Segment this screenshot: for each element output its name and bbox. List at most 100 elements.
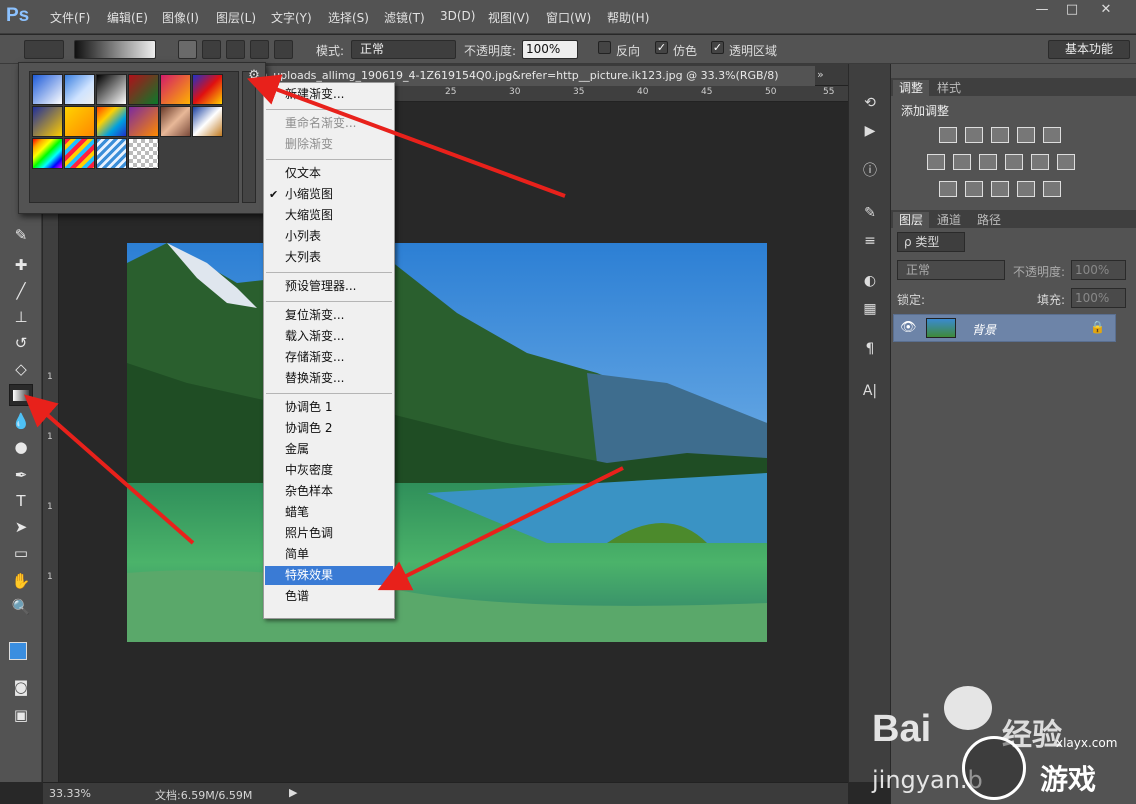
foreground-color-swatch[interactable] xyxy=(9,642,27,660)
menu-layer[interactable]: 图层(L) xyxy=(216,9,256,26)
eye-icon[interactable]: 👁 xyxy=(900,320,917,335)
blend-mode-select[interactable]: 正常 xyxy=(897,260,1005,280)
hand-tool-icon[interactable]: ✋ xyxy=(9,570,33,592)
dodge-tool-icon[interactable]: ● xyxy=(9,436,33,458)
layer-name[interactable]: 背景 xyxy=(972,321,996,338)
selective-color-icon[interactable] xyxy=(1017,181,1035,197)
context-menu-item[interactable]: 存储渐变... xyxy=(265,348,393,367)
layer-opacity-input[interactable]: 100% xyxy=(1071,260,1126,280)
gradient-swatch[interactable] xyxy=(192,74,223,105)
context-menu-item[interactable]: 金属 xyxy=(265,440,393,459)
diamond-gradient-button[interactable] xyxy=(274,40,293,59)
minimize-button[interactable]: — xyxy=(1028,2,1056,18)
layer-filter-select[interactable]: ρ 类型 xyxy=(897,232,965,252)
menu-type[interactable]: 文字(Y) xyxy=(271,9,312,26)
vibrance-adjust-icon[interactable] xyxy=(1043,127,1061,143)
tab-overflow-icon[interactable]: » xyxy=(817,68,824,81)
character-panel-icon[interactable]: A| xyxy=(859,380,881,402)
gradient-swatch[interactable] xyxy=(160,74,191,105)
tab-layers[interactable]: 图层 xyxy=(893,212,930,228)
exposure-adjust-icon[interactable] xyxy=(1017,127,1035,143)
tab-channels[interactable]: 通道 xyxy=(931,212,967,228)
menu-file[interactable]: 文件(F) xyxy=(50,9,90,26)
levels-adjust-icon[interactable] xyxy=(965,127,983,143)
context-menu-item[interactable]: 新建渐变... xyxy=(265,85,393,104)
gradient-swatch[interactable] xyxy=(64,138,95,169)
angle-gradient-button[interactable] xyxy=(226,40,245,59)
menu-image[interactable]: 图像(I) xyxy=(162,9,199,26)
linear-gradient-button[interactable] xyxy=(178,40,197,59)
rectangle-tool-icon[interactable]: ▭ xyxy=(9,542,33,564)
eyedropper-tool-icon[interactable]: ✎ xyxy=(9,224,33,246)
path-selection-tool-icon[interactable]: ➤ xyxy=(9,516,33,538)
menu-help[interactable]: 帮助(H) xyxy=(607,9,649,26)
context-menu-item[interactable]: 协调色 1 xyxy=(265,398,393,417)
tab-adjustments[interactable]: 调整 xyxy=(893,80,930,96)
context-menu-item[interactable]: 大列表 xyxy=(265,248,393,267)
healing-brush-tool-icon[interactable]: ✚ xyxy=(9,254,33,276)
color-lookup-icon[interactable] xyxy=(1057,154,1075,170)
reverse-checkbox[interactable] xyxy=(598,41,611,54)
threshold-icon[interactable] xyxy=(991,181,1009,197)
maximize-button[interactable]: □ xyxy=(1058,2,1086,18)
gradient-swatch[interactable] xyxy=(128,138,159,169)
gradient-swatch[interactable] xyxy=(64,106,95,137)
mode-select[interactable]: 正常 xyxy=(351,40,456,59)
posterize-icon[interactable] xyxy=(965,181,983,197)
swatch-scrollbar[interactable] xyxy=(242,71,256,203)
context-menu-item[interactable]: 仅文本 xyxy=(265,164,393,183)
actions-panel-icon[interactable]: ▶ xyxy=(859,120,881,142)
gradient-swatch[interactable] xyxy=(32,74,63,105)
brush-tool-icon[interactable]: ╱ xyxy=(9,280,33,302)
context-menu-item[interactable]: 大缩览图 xyxy=(265,206,393,225)
gradient-swatch[interactable] xyxy=(32,138,63,169)
canvas-image[interactable] xyxy=(127,243,767,642)
color-panel-icon[interactable]: ◐ xyxy=(859,270,881,292)
context-menu-item[interactable]: 协调色 2 xyxy=(265,419,393,438)
properties-panel-icon[interactable]: ⓘ xyxy=(859,160,881,182)
reflected-gradient-button[interactable] xyxy=(250,40,269,59)
screen-mode-icon[interactable]: ▣ xyxy=(9,704,33,726)
curves-adjust-icon[interactable] xyxy=(991,127,1009,143)
tab-paths[interactable]: 路径 xyxy=(971,212,1007,228)
brush-presets-icon[interactable]: ≡ xyxy=(859,230,881,252)
gradient-tool-icon[interactable] xyxy=(9,384,33,406)
context-menu-item[interactable]: 蜡笔 xyxy=(265,503,393,522)
hue-adjust-icon[interactable] xyxy=(927,154,945,170)
black-white-icon[interactable] xyxy=(979,154,997,170)
menu-view[interactable]: 视图(V) xyxy=(488,9,530,26)
gear-icon[interactable]: ⚙ xyxy=(247,69,261,83)
gradient-map-icon[interactable] xyxy=(1043,181,1061,197)
fill-input[interactable]: 100% xyxy=(1071,288,1126,308)
close-button[interactable]: ✕ xyxy=(1092,2,1120,18)
gradient-swatch[interactable] xyxy=(32,106,63,137)
gradient-swatch[interactable] xyxy=(96,106,127,137)
swatches-panel-icon[interactable]: ▦ xyxy=(859,298,881,320)
menu-select[interactable]: 选择(S) xyxy=(328,9,369,26)
gradient-swatch[interactable] xyxy=(128,106,159,137)
context-menu-item[interactable]: 小列表 xyxy=(265,227,393,246)
blur-tool-icon[interactable]: 💧 xyxy=(9,410,33,432)
stamp-tool-icon[interactable]: ⊥ xyxy=(9,306,33,328)
tool-preset-picker[interactable] xyxy=(24,40,64,59)
context-menu-item[interactable]: 复位渐变... xyxy=(265,306,393,325)
context-menu-item[interactable]: 简单 xyxy=(265,545,393,564)
menu-window[interactable]: 窗口(W) xyxy=(546,9,591,26)
menu-filter[interactable]: 滤镜(T) xyxy=(384,9,425,26)
photo-filter-icon[interactable] xyxy=(1005,154,1023,170)
gradient-swatch[interactable] xyxy=(64,74,95,105)
gradient-swatch[interactable] xyxy=(160,106,191,137)
context-menu-item[interactable]: 载入渐变... xyxy=(265,327,393,346)
eraser-tool-icon[interactable]: ◇ xyxy=(9,358,33,380)
context-menu-item[interactable]: ✔ 小缩览图 xyxy=(265,185,393,204)
channel-mixer-icon[interactable] xyxy=(1031,154,1049,170)
color-balance-icon[interactable] xyxy=(953,154,971,170)
context-menu-item[interactable]: 色谱 xyxy=(265,587,393,606)
quick-mask-icon[interactable]: ◙ xyxy=(9,676,33,698)
status-arrow-icon[interactable]: ▶ xyxy=(289,786,297,799)
menu-edit[interactable]: 编辑(E) xyxy=(107,9,148,26)
opacity-input[interactable]: 100% xyxy=(522,40,578,59)
history-brush-tool-icon[interactable]: ↺ xyxy=(9,332,33,354)
dither-checkbox[interactable]: ✓ xyxy=(655,41,668,54)
gradient-swatch[interactable] xyxy=(96,74,127,105)
